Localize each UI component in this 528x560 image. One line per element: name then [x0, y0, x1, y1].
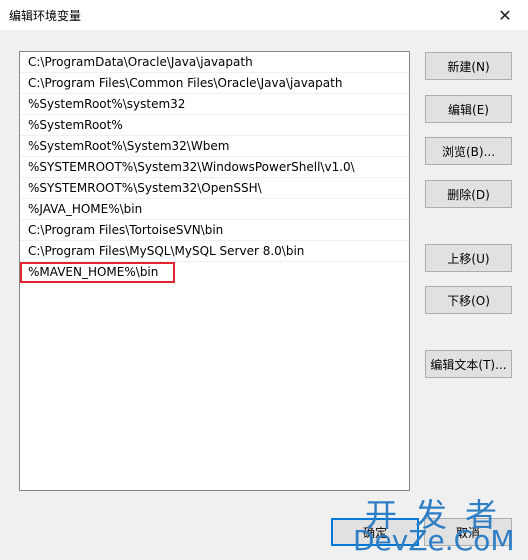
list-item[interactable]: C:\ProgramData\Oracle\Java\javapath	[20, 52, 409, 73]
list-item[interactable]: C:\Program Files\TortoiseSVN\bin	[20, 220, 409, 241]
list-item[interactable]: C:\Program Files\Common Files\Oracle\Jav…	[20, 73, 409, 94]
list-item[interactable]: %SystemRoot%\System32\Wbem	[20, 136, 409, 157]
delete-button[interactable]: 删除(D)	[425, 180, 512, 208]
window-title: 编辑环境变量	[9, 9, 82, 23]
list-item[interactable]: %SystemRoot%	[20, 115, 409, 136]
browse-button[interactable]: 浏览(B)...	[425, 137, 512, 165]
list-item-highlighted[interactable]: %MAVEN_HOME%\bin	[20, 262, 175, 283]
edit-text-button[interactable]: 编辑文本(T)...	[425, 350, 512, 378]
close-button[interactable]: ✕	[482, 0, 528, 30]
list-item[interactable]: %JAVA_HOME%\bin	[20, 199, 409, 220]
edit-button[interactable]: 编辑(E)	[425, 95, 512, 123]
move-down-button[interactable]: 下移(O)	[425, 286, 512, 314]
list-item[interactable]: %SYSTEMROOT%\System32\OpenSSH\	[20, 178, 409, 199]
path-list[interactable]: C:\ProgramData\Oracle\Java\javapath C:\P…	[19, 51, 410, 491]
list-item[interactable]: C:\Program Files\MySQL\MySQL Server 8.0\…	[20, 241, 409, 262]
list-item[interactable]: %SystemRoot%\system32	[20, 94, 409, 115]
new-button[interactable]: 新建(N)	[425, 52, 512, 80]
title-bar: 编辑环境变量 ✕	[0, 0, 528, 30]
watermark-en: DevZe.CoM	[353, 524, 515, 557]
move-up-button[interactable]: 上移(U)	[425, 244, 512, 272]
list-item[interactable]: %SYSTEMROOT%\System32\WindowsPowerShell\…	[20, 157, 409, 178]
